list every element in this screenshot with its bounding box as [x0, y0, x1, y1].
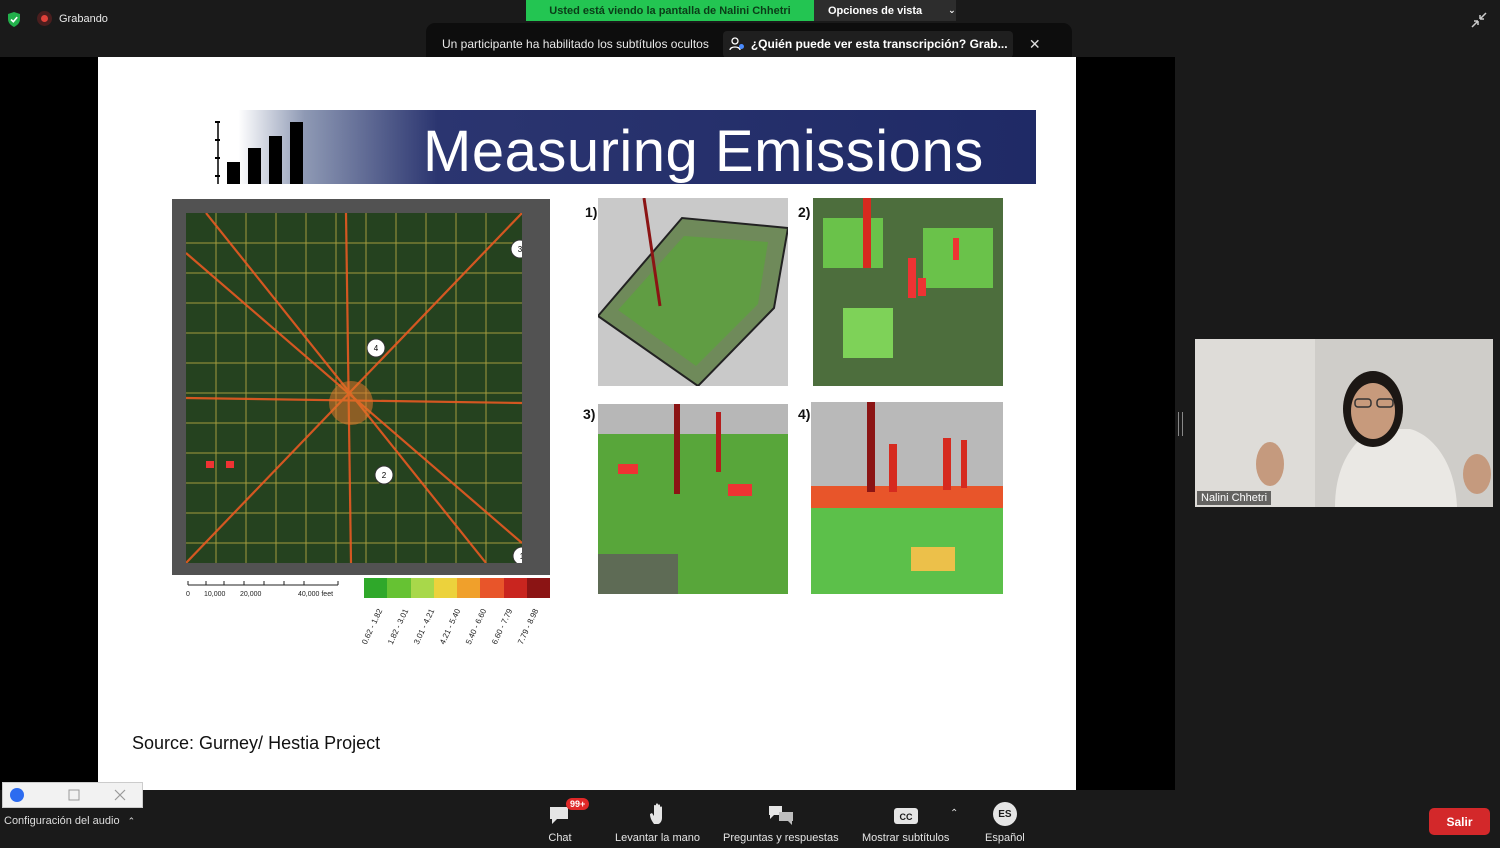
qa-button[interactable]: Preguntas y respuestas — [723, 800, 839, 844]
chat-badge: 99+ — [566, 798, 590, 810]
legend-label: 5.40 - 6.60 — [464, 607, 489, 646]
view-options-label: Opciones de vista — [828, 4, 923, 17]
emissions-map: 4 2 3 1 — [172, 199, 550, 575]
bar-chart-icon — [215, 121, 303, 184]
cc-icon: CC — [893, 808, 918, 824]
audio-settings-button[interactable]: Configuración del audio ⌃ — [4, 815, 135, 827]
slide-source: Source: Gurney/ Hestia Project — [132, 733, 381, 753]
panel-label-4: 4) — [798, 406, 811, 422]
legend-swatch — [480, 578, 504, 598]
audio-settings-label: Configuración del audio — [4, 815, 120, 827]
maximize-icon — [68, 789, 80, 801]
language-button[interactable]: ES Español — [985, 800, 1025, 844]
participants-icon — [729, 37, 744, 51]
legend-label: 1.82 - 3.01 — [386, 607, 411, 646]
app-icon — [10, 788, 24, 802]
caption-notice: Un participante ha habilitado los subtít… — [442, 37, 709, 51]
panel-1-image — [598, 198, 788, 386]
svg-text:3: 3 — [518, 245, 522, 254]
captions-label: Mostrar subtítulos — [862, 832, 950, 844]
language-label: Español — [985, 832, 1025, 844]
chevron-up-icon[interactable]: ⌃ — [950, 808, 958, 819]
recording-indicator[interactable]: Grabando — [37, 11, 108, 26]
map-scale-bar: 0 10,000 20,000 40,000 feet — [186, 581, 339, 598]
transcript-link-text: ¿Quién puede ver esta transcripción? Gra… — [750, 37, 1008, 51]
shield-icon[interactable] — [7, 12, 21, 27]
chevron-down-icon: ⌄ — [948, 5, 956, 15]
svg-text:4: 4 — [374, 344, 379, 353]
chevron-up-icon: ⌃ — [127, 815, 136, 826]
emissions-legend — [364, 578, 550, 598]
chat-label: Chat — [548, 832, 572, 844]
road-network-map: 4 2 3 1 — [186, 213, 522, 563]
transcript-visibility-link[interactable]: ¿Quién puede ver esta transcripción? Gra… — [722, 30, 1013, 58]
legend-swatch — [503, 578, 527, 598]
scale-label: 20,000 — [240, 591, 262, 598]
recording-label: Grabando — [59, 12, 108, 25]
legend-swatch — [457, 578, 481, 598]
presentation-slide: Measuring Emissions 4 2 3 1) 2) 3) 4) 0 … — [98, 57, 1076, 790]
qa-icon — [768, 806, 793, 825]
legend-label: 4.21 - 5.40 — [438, 607, 463, 646]
legend-labels: 0.62 - 1.82 1.82 - 3.01 3.01 - 4.21 4.21 - … — [356, 602, 556, 646]
legend-swatch — [526, 578, 550, 598]
raise-hand-button[interactable]: Levantar la mano — [615, 800, 700, 844]
svg-text:2: 2 — [382, 471, 387, 480]
captions-button[interactable]: CC Mostrar subtítulos — [862, 800, 949, 844]
legend-label: 6.60 - 7.79 — [490, 607, 515, 646]
panel-2-image — [813, 198, 1003, 386]
panel-label-1: 1) — [585, 204, 598, 220]
legend-label: 7.79 - 8.98 — [516, 607, 541, 646]
legend-swatch — [410, 578, 434, 598]
slide-title-bar: Measuring Emissions — [205, 110, 1036, 184]
legend-swatch — [433, 578, 457, 598]
hand-icon — [649, 803, 662, 824]
participant-video — [1195, 339, 1493, 507]
panel-4-image — [811, 402, 1003, 594]
share-banner: Usted está viendo la pantalla de Nalini … — [526, 0, 814, 21]
language-icon: ES — [992, 802, 1017, 826]
panel-label-3: 3) — [583, 406, 596, 422]
legend-swatch — [387, 578, 411, 598]
svg-text:CC: CC — [899, 812, 912, 822]
panel-3-image — [598, 404, 788, 594]
panel-splitter-handle[interactable] — [1178, 412, 1183, 436]
close-icon — [114, 789, 126, 801]
leave-button[interactable]: Salir — [1429, 808, 1490, 835]
view-options-button[interactable]: Opciones de vista ⌄ — [814, 0, 956, 21]
scale-label: 40,000 feet — [298, 591, 333, 598]
close-icon[interactable]: ✕ — [1029, 36, 1041, 53]
record-icon — [37, 11, 52, 26]
raise-hand-label: Levantar la mano — [615, 832, 700, 844]
exit-fullscreen-icon[interactable] — [1470, 11, 1488, 29]
legend-swatch — [364, 578, 388, 598]
qa-label: Preguntas y respuestas — [723, 832, 839, 844]
minimized-window[interactable] — [2, 782, 143, 808]
scale-label: 10,000 — [204, 591, 226, 598]
participant-name: Nalini Chhetri — [1197, 491, 1272, 505]
svg-text:1: 1 — [520, 552, 522, 561]
panel-label-2: 2) — [798, 204, 811, 220]
legend-label: 3.01 - 4.21 — [412, 607, 437, 646]
scale-label: 0 — [186, 591, 190, 598]
participant-video-tile[interactable]: Nalini Chhetri — [1195, 339, 1493, 507]
slide-title: Measuring Emissions — [423, 119, 984, 184]
legend-label: 0.62 - 1.82 — [360, 607, 385, 646]
